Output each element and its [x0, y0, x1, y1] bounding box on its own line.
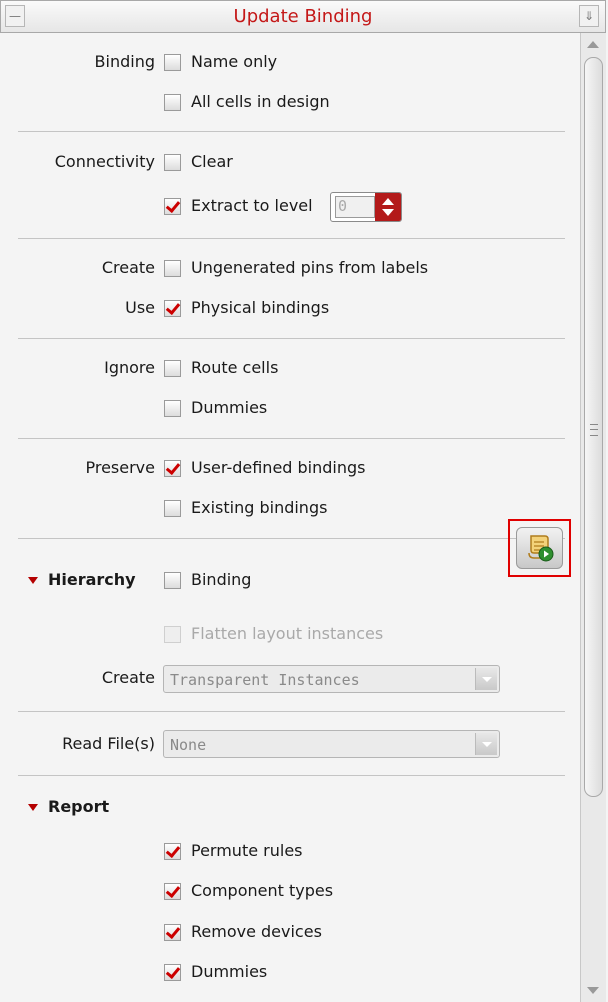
connectivity-row: Connectivity Clear [0, 148, 580, 178]
route-cells-checkbox[interactable] [164, 360, 181, 377]
component-types-checkbox[interactable] [164, 883, 181, 900]
grip-icon [590, 424, 598, 436]
window-restore-button[interactable]: ⇓ [579, 5, 599, 27]
expanded-triangle-icon [28, 804, 38, 811]
use-label: Use [125, 298, 155, 317]
chevron-down-icon[interactable] [475, 733, 497, 755]
clear-label: Clear [191, 152, 233, 171]
connectivity-label: Connectivity [54, 152, 155, 171]
scroll-down-arrow-icon[interactable] [587, 987, 599, 994]
report-dummies-checkbox[interactable] [164, 964, 181, 981]
report-toggle[interactable]: Report [28, 797, 109, 816]
name-only-label: Name only [191, 52, 278, 71]
create-label: Create [101, 258, 155, 277]
user-defined-bindings-label: User-defined bindings [191, 458, 366, 477]
permute-rules-row: Permute rules [0, 837, 580, 867]
window-titlebar: — Update Binding ⇓ [0, 0, 606, 33]
extract-to-level-label: Extract to level [191, 196, 313, 215]
user-defined-bindings-checkbox[interactable] [164, 460, 181, 477]
separator [18, 238, 565, 239]
level-value[interactable]: 0 [335, 196, 375, 218]
use-row: Use Physical bindings [0, 294, 580, 324]
separator [18, 775, 565, 776]
run-script-button[interactable] [516, 527, 563, 569]
separator [18, 438, 565, 439]
preserve-row: Preserve User-defined bindings [0, 454, 580, 484]
separator [18, 538, 565, 539]
permute-rules-checkbox[interactable] [164, 843, 181, 860]
hierarchy-binding-label: Binding [191, 570, 252, 589]
hierarchy-label: Hierarchy [48, 570, 136, 589]
report-dummies-row: Dummies [0, 958, 580, 988]
run-script-highlight [508, 519, 571, 577]
remove-devices-checkbox[interactable] [164, 924, 181, 941]
read-files-dropdown[interactable]: None [163, 730, 500, 758]
level-spinbox[interactable]: 0 [330, 192, 402, 222]
read-files-value: None [170, 736, 207, 754]
form-content: Binding Name only All cells in design Co… [0, 33, 580, 1002]
remove-devices-row: Remove devices [0, 918, 580, 948]
all-cells-checkbox[interactable] [164, 94, 181, 111]
extract-to-level-checkbox[interactable] [164, 198, 181, 215]
read-files-label: Read File(s) [62, 734, 155, 753]
binding-row: Binding Name only [0, 48, 580, 78]
component-types-label: Component types [191, 881, 334, 900]
spin-down-icon[interactable] [382, 209, 394, 216]
report-label: Report [48, 797, 110, 816]
create-row: Create Ungenerated pins from labels [0, 254, 580, 284]
hierarchy-create-row: Create Transparent Instances [0, 664, 580, 694]
vertical-scrollbar[interactable] [580, 33, 606, 1002]
existing-bindings-checkbox[interactable] [164, 500, 181, 517]
ignore-row: Ignore Route cells [0, 354, 580, 384]
all-cells-label: All cells in design [191, 92, 330, 111]
ignore-dummies-label: Dummies [191, 398, 268, 417]
name-only-checkbox[interactable] [164, 54, 181, 71]
flatten-layout-label: Flatten layout instances [191, 624, 384, 643]
flatten-row: Flatten layout instances [0, 620, 580, 650]
binding-label: Binding [94, 52, 155, 71]
physical-bindings-checkbox[interactable] [164, 300, 181, 317]
hierarchy-create-label: Create [101, 668, 155, 687]
report-row: Report [0, 793, 580, 823]
ungenerated-pins-checkbox[interactable] [164, 260, 181, 277]
clear-checkbox[interactable] [164, 154, 181, 171]
script-run-icon [528, 535, 554, 562]
hierarchy-binding-checkbox[interactable] [164, 572, 181, 589]
spin-up-icon[interactable] [382, 198, 394, 205]
permute-rules-label: Permute rules [191, 841, 303, 860]
existing-bindings-label: Existing bindings [191, 498, 328, 517]
physical-bindings-label: Physical bindings [191, 298, 330, 317]
remove-devices-label: Remove devices [191, 922, 322, 941]
report-dummies-label: Dummies [191, 962, 268, 981]
create-instances-dropdown[interactable]: Transparent Instances [163, 665, 500, 693]
chevron-down-icon[interactable] [475, 668, 497, 690]
window-title: Update Binding [233, 6, 373, 27]
ungenerated-pins-label: Ungenerated pins from labels [191, 258, 429, 277]
scroll-up-arrow-icon[interactable] [587, 41, 599, 48]
extract-row: Extract to level 0 [0, 192, 580, 222]
route-cells-label: Route cells [191, 358, 279, 377]
existing-bindings-row: Existing bindings [0, 494, 580, 524]
expanded-triangle-icon [28, 577, 38, 584]
hierarchy-toggle[interactable]: Hierarchy [28, 570, 136, 589]
create-instances-value: Transparent Instances [170, 671, 360, 689]
all-cells-row: All cells in design [0, 88, 580, 118]
ignore-dummies-checkbox[interactable] [164, 400, 181, 417]
hierarchy-row: Hierarchy Binding [0, 566, 580, 596]
flatten-layout-checkbox[interactable] [164, 626, 181, 643]
separator [18, 131, 565, 132]
ignore-label: Ignore [104, 358, 155, 377]
preserve-label: Preserve [85, 458, 155, 477]
separator [18, 338, 565, 339]
ignore-dummies-row: Dummies [0, 394, 580, 424]
read-files-row: Read File(s) None [0, 730, 580, 760]
scrollbar-thumb[interactable] [584, 57, 603, 797]
separator [18, 711, 565, 712]
component-types-row: Component types [0, 877, 580, 907]
level-spin-buttons[interactable] [375, 193, 401, 221]
